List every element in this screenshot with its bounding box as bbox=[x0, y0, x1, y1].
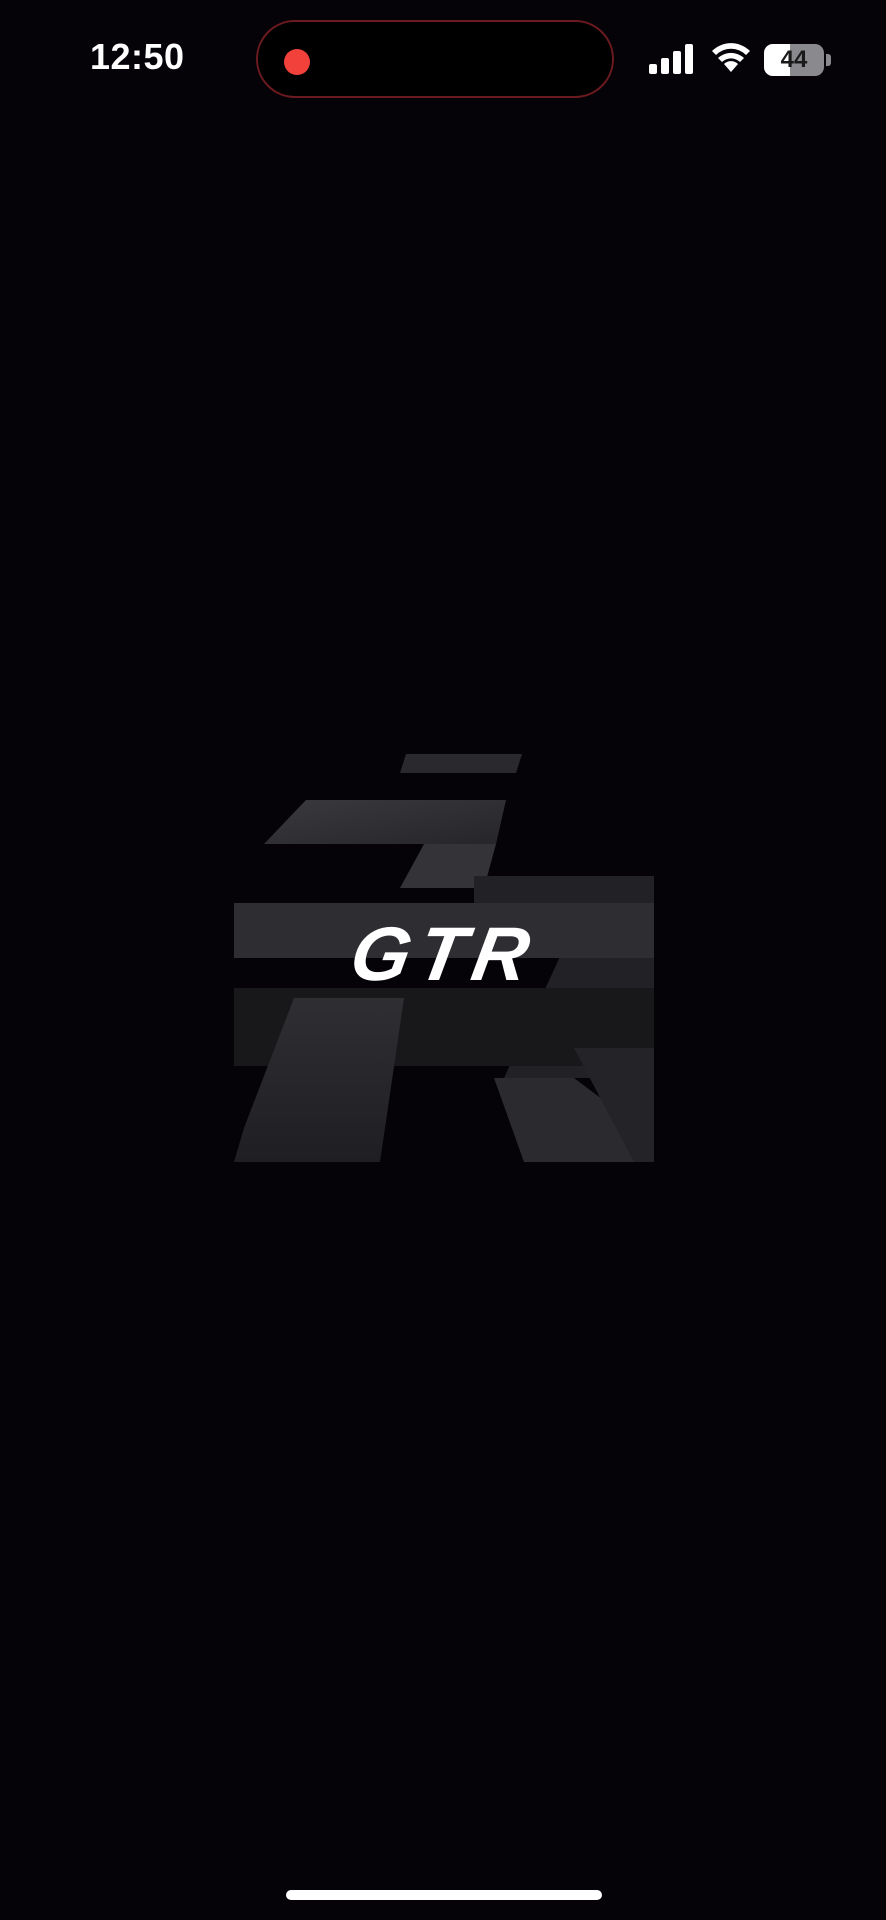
battery-icon: 44 bbox=[764, 44, 832, 76]
status-bar: 12:50 44 bbox=[0, 0, 886, 120]
home-indicator[interactable] bbox=[286, 1890, 602, 1900]
app-logo: GTR bbox=[234, 748, 654, 1168]
battery-percentage: 44 bbox=[780, 46, 808, 73]
battery-body: 44 bbox=[764, 44, 824, 76]
status-time: 12:50 bbox=[90, 36, 185, 77]
screen-recording-indicator bbox=[284, 49, 310, 75]
dynamic-island[interactable] bbox=[256, 20, 614, 98]
battery-cap bbox=[826, 54, 831, 66]
wifi-icon bbox=[712, 43, 750, 72]
splash-screen: 12:50 44 GTR bbox=[0, 0, 886, 1920]
brand-wordmark: GTR bbox=[344, 912, 544, 997]
cellular-signal-icon bbox=[649, 44, 693, 74]
